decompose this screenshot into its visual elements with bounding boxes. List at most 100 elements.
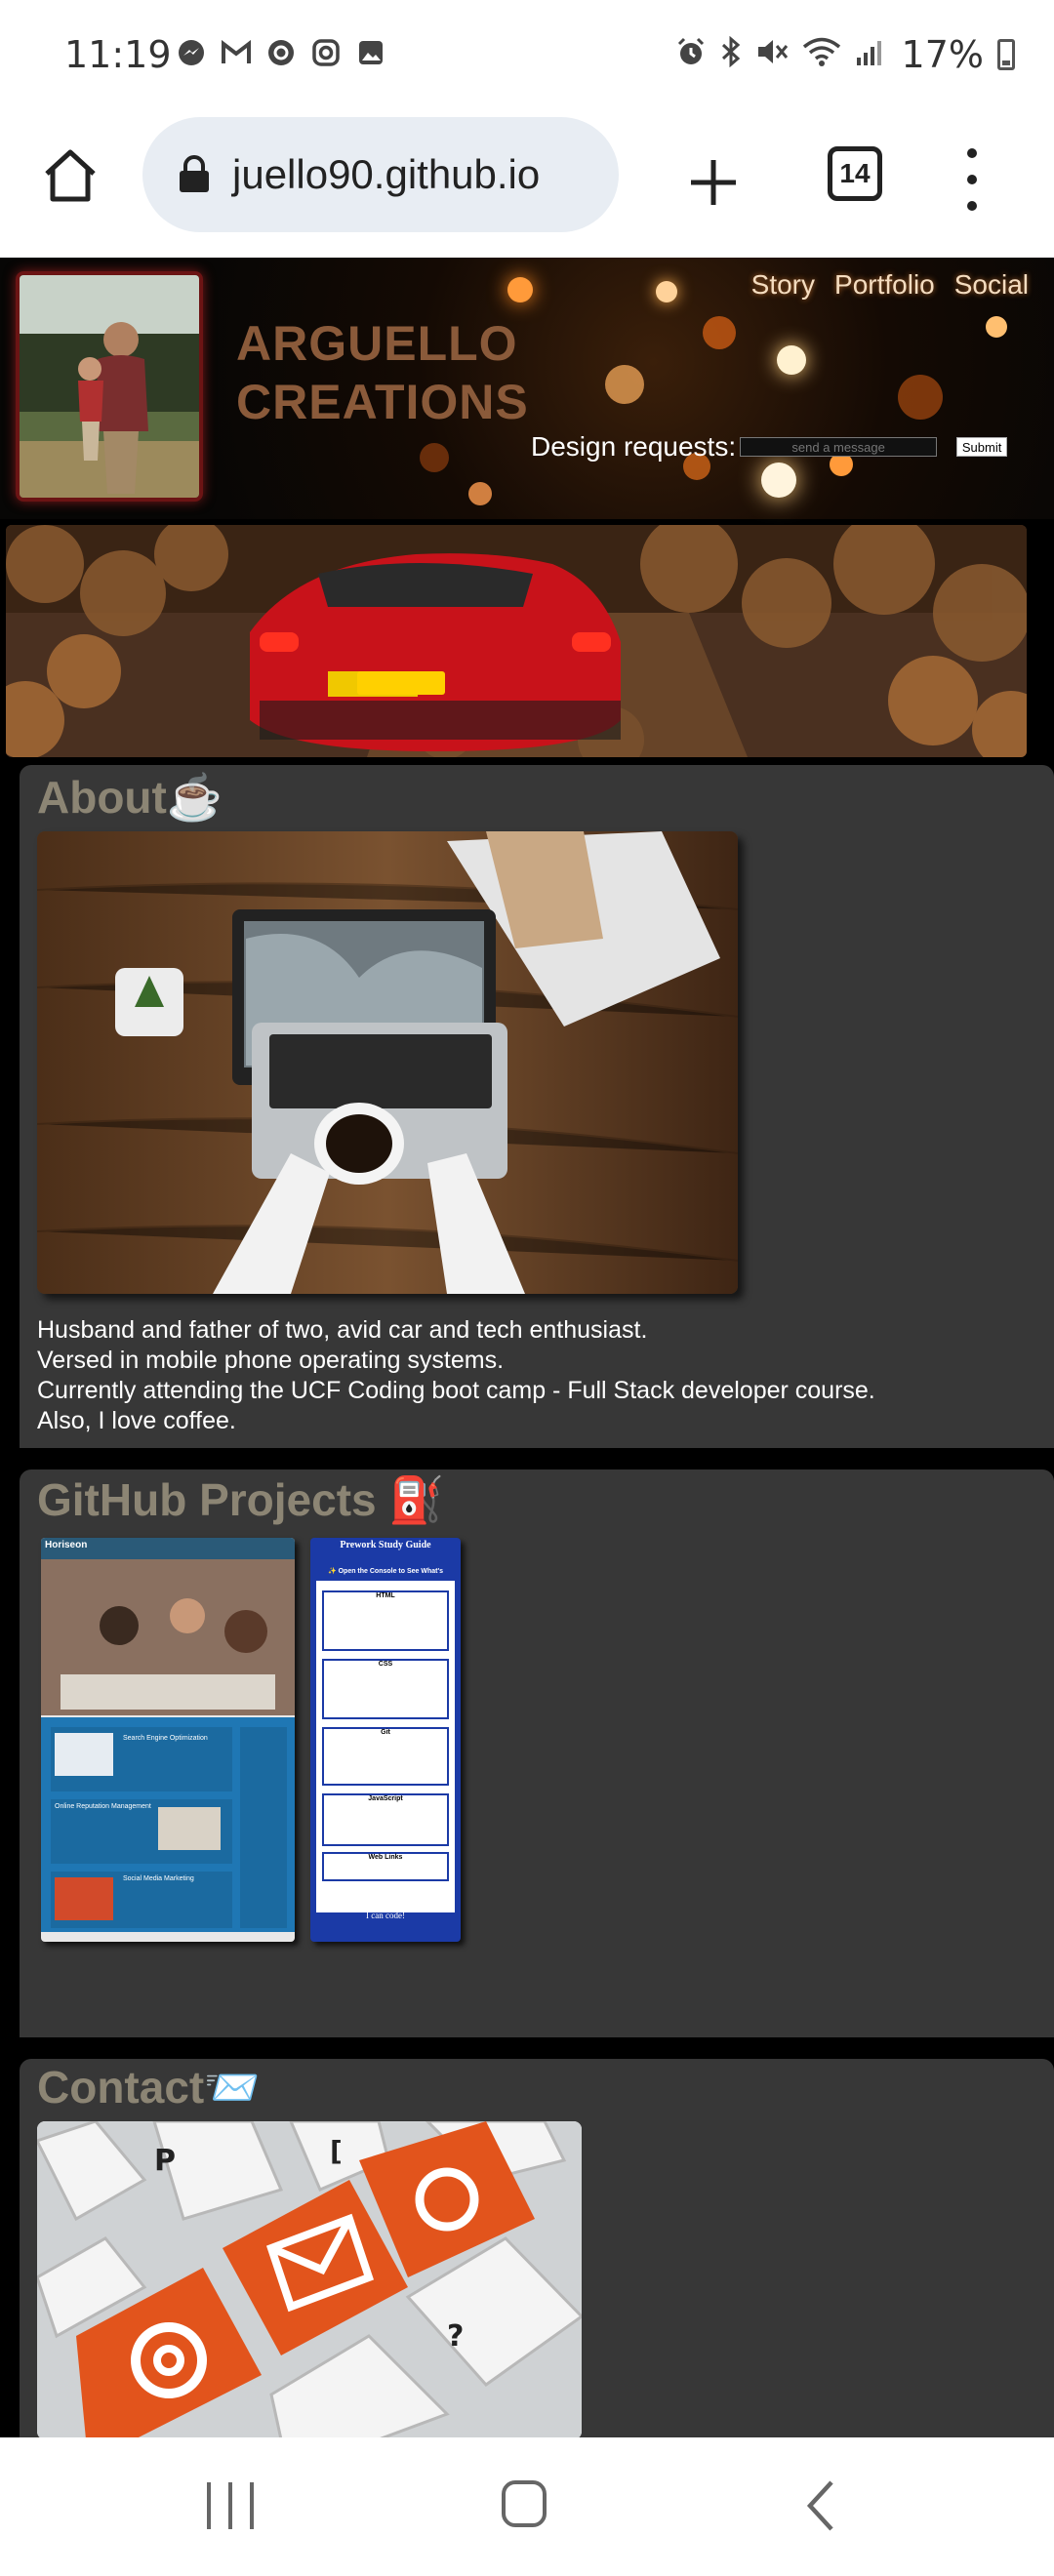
contact-section: Contact📨 P [?	[20, 2059, 1054, 2437]
about-line: Also, I love coffee.	[37, 1407, 236, 1434]
brand-line: ARGUELLO	[236, 316, 518, 371]
project-brand: Horiseon	[45, 1540, 88, 1550]
bokeh-light	[468, 482, 492, 505]
about-line: Husband and father of two, avid car and …	[37, 1316, 648, 1344]
project-section-label: Search Engine Optimization	[123, 1735, 208, 1742]
contact-title: Contact	[37, 2062, 205, 2113]
url-text: juello90.github.io	[232, 151, 541, 197]
mute-icon	[755, 33, 789, 76]
message-input[interactable]	[740, 437, 938, 457]
signal-icon	[855, 33, 888, 76]
browser-toolbar: juello90.github.io 14	[0, 115, 1054, 258]
about-title: About	[37, 772, 167, 823]
bokeh-light	[605, 365, 644, 404]
threads-icon	[265, 37, 297, 68]
back-chevron-icon	[806, 2480, 833, 2531]
new-tab-button[interactable]	[681, 150, 746, 215]
study-guide-footer: I can code!	[366, 1911, 405, 1920]
status-time: 11:19	[64, 33, 172, 76]
study-guide-title: Prework Study Guide	[340, 1540, 431, 1550]
nav-link-story[interactable]: Story	[751, 269, 815, 301]
design-request-label: Design requests:	[531, 431, 737, 462]
about-section: About☕ Husband and father of two, avid c…	[20, 765, 1054, 1448]
topic-box: Git	[322, 1727, 449, 1786]
hero-banner	[6, 525, 1027, 757]
brand-line: CREATIONS	[236, 375, 529, 429]
menu-dot	[967, 175, 977, 184]
battery-percent: 17%	[901, 33, 984, 76]
nav-link-portfolio[interactable]: Portfolio	[834, 269, 935, 301]
bokeh-light	[507, 277, 533, 302]
bokeh-light	[761, 463, 796, 498]
instagram-icon	[310, 37, 342, 68]
system-nav-bar	[0, 2437, 1054, 2576]
bokeh-light	[420, 443, 449, 472]
contact-photo: P [ ?	[37, 2121, 582, 2437]
about-line: Versed in mobile phone operating systems…	[37, 1347, 505, 1374]
wifi-icon	[802, 33, 841, 76]
project-section-label: Online Reputation Management	[55, 1803, 151, 1810]
topic-box: Web Links	[322, 1852, 449, 1881]
bokeh-light	[986, 316, 1007, 338]
recents-bar	[207, 2482, 211, 2529]
bokeh-light	[703, 316, 736, 349]
bokeh-light	[777, 345, 806, 375]
about-line: Currently attending the UCF Coding boot …	[37, 1377, 875, 1404]
topic-box: CSS	[322, 1659, 449, 1719]
design-request-form: Design requests: Submit	[531, 431, 1008, 463]
about-heading: About☕	[37, 771, 223, 825]
topic-title: Web Links	[368, 1854, 403, 1861]
back-button[interactable]	[798, 2476, 841, 2535]
about-photo	[37, 831, 738, 1294]
topic-title: Git	[381, 1729, 390, 1736]
contact-heading: Contact📨	[37, 2061, 261, 2114]
key-glyph: P	[154, 2144, 176, 2178]
study-guide-banner: ✨ Open the Console to See What's	[327, 1568, 444, 1575]
recents-button[interactable]	[207, 2482, 254, 2529]
home-icon	[45, 149, 96, 202]
github-section: GitHub Projects ⛽ Horiseon Search Engine…	[20, 1469, 1054, 2037]
lock-icon	[180, 155, 209, 192]
home-button[interactable]	[39, 144, 101, 207]
bokeh-light	[898, 375, 943, 420]
topic-box: JavaScript	[322, 1793, 449, 1846]
alarm-icon	[675, 33, 707, 76]
project-card-prework-study-guide[interactable]: Prework Study Guide ✨ Open the Console t…	[310, 1538, 461, 1942]
key-glyph: [	[330, 2135, 343, 2167]
web-page: ARGUELLO CREATIONS Story Portfolio Socia…	[0, 258, 1054, 2437]
recents-bar	[250, 2482, 254, 2529]
about-text: Husband and father of two, avid car and …	[37, 1315, 875, 1436]
github-heading: GitHub Projects ⛽	[37, 1473, 445, 1527]
envelope-icon: 📨	[204, 2062, 261, 2113]
tab-switcher-button[interactable]: 14	[828, 146, 882, 201]
status-bar: 11:19 17%	[0, 0, 1054, 115]
topic-title: JavaScript	[368, 1795, 403, 1802]
nav-link-social[interactable]: Social	[954, 269, 1029, 301]
battery-icon	[997, 39, 1015, 70]
site-header: ARGUELLO CREATIONS Story Portfolio Socia…	[0, 258, 1054, 519]
address-bar[interactable]: juello90.github.io	[142, 117, 619, 232]
gmail-icon	[221, 37, 252, 68]
fuel-pump-icon: ⛽	[388, 1474, 445, 1525]
project-card-horiseon[interactable]: Horiseon Search Engine Optimization Onli…	[41, 1538, 295, 1942]
project-section-label: Social Media Marketing	[123, 1875, 194, 1882]
license-plate	[357, 671, 445, 695]
profile-photo	[16, 271, 203, 502]
site-brand[interactable]: ARGUELLO CREATIONS	[236, 314, 529, 431]
coffee-icon: ☕	[166, 772, 223, 823]
topic-title: CSS	[378, 1661, 393, 1668]
gallery-icon	[355, 37, 386, 68]
key-glyph: ?	[447, 2319, 464, 2354]
menu-button[interactable]	[953, 148, 992, 211]
recents-bar	[228, 2482, 232, 2529]
topic-title: HTML	[376, 1592, 395, 1599]
bluetooth-icon	[720, 33, 742, 76]
menu-dot	[967, 148, 977, 158]
menu-dot	[967, 201, 977, 211]
messenger-icon	[176, 37, 207, 68]
topic-box: HTML	[322, 1590, 449, 1651]
plus-icon	[691, 160, 736, 205]
submit-button[interactable]: Submit	[956, 437, 1008, 457]
home-nav-button[interactable]	[502, 2480, 547, 2527]
top-nav: Story Portfolio Social	[751, 269, 1029, 301]
